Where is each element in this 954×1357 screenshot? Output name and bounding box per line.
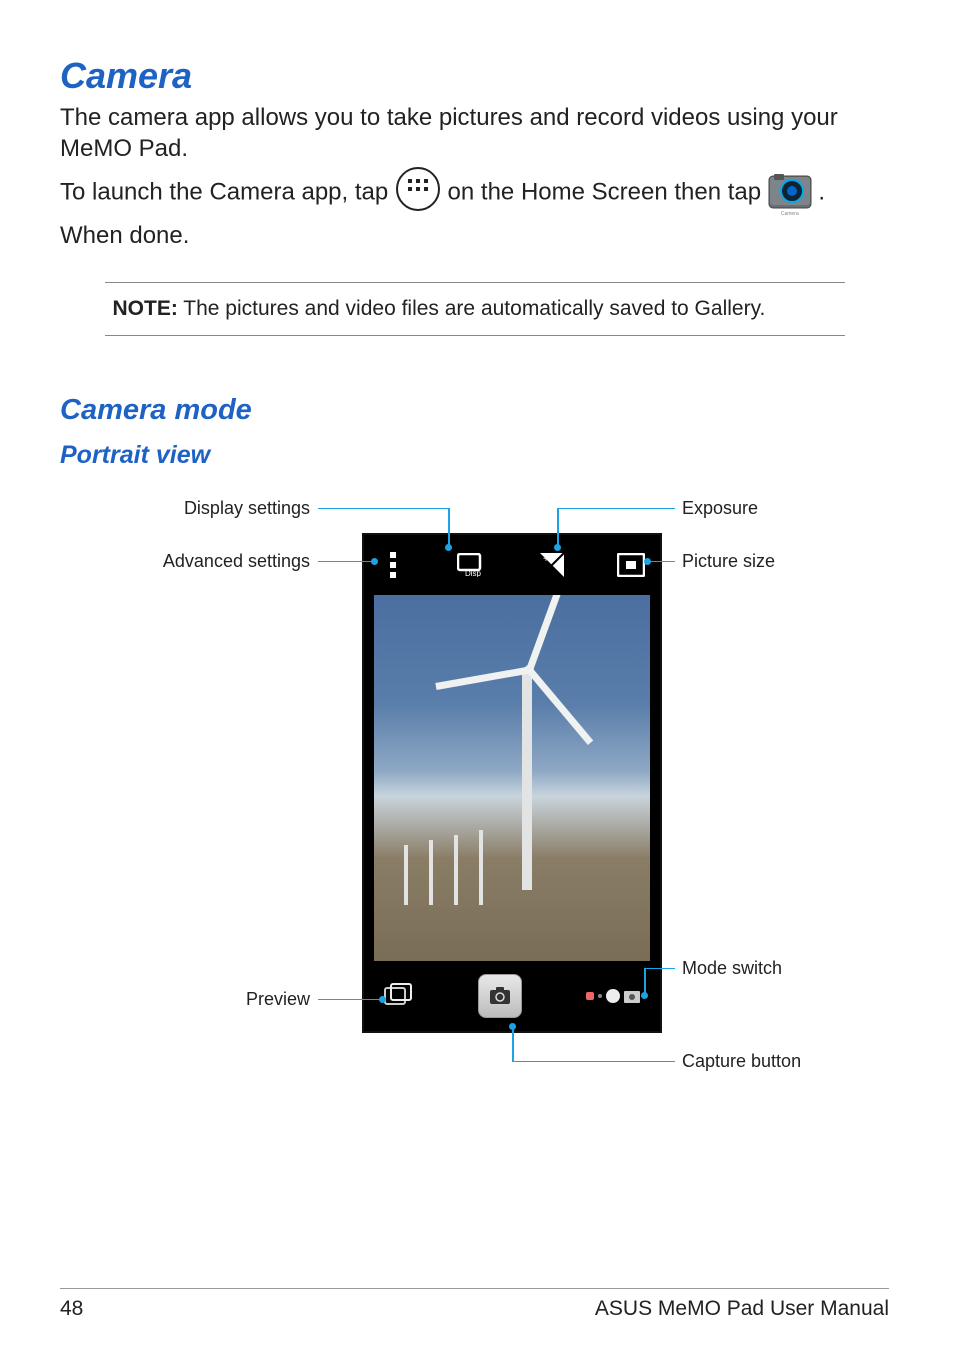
launch-instruction: To launch the Camera app, tap on the Hom… [60, 166, 889, 251]
note-box: NOTE: The pictures and video files are a… [105, 282, 845, 336]
section-portrait-view: Portrait view [60, 441, 889, 470]
camera-app-icon: Camera [768, 172, 812, 216]
callout-advanced-settings: Advanced settings [140, 551, 310, 572]
capture-button[interactable] [478, 974, 522, 1018]
camera-app-window: Disp +- [362, 533, 662, 1033]
page-number: 48 [60, 1297, 83, 1321]
preview-thumbnail-icon[interactable] [384, 981, 414, 1011]
apps-grid-icon [395, 166, 441, 221]
svg-text:+: + [543, 554, 549, 565]
page-footer: 48 ASUS MeMO Pad User Manual [60, 1288, 889, 1321]
callout-display-settings: Display settings [160, 498, 310, 519]
picture-size-icon[interactable] [616, 550, 646, 580]
camera-app-label: Camera [768, 211, 812, 217]
svg-text:-: - [555, 566, 558, 577]
callout-picture-size: Picture size [682, 551, 775, 572]
callout-preview: Preview [210, 989, 310, 1010]
intro-text: The camera app allows you to take pictur… [60, 103, 889, 164]
section-camera-mode: Camera mode [60, 394, 889, 427]
note-label: NOTE: [113, 297, 178, 320]
manual-title: ASUS MeMO Pad User Manual [595, 1297, 889, 1321]
callout-mode-switch: Mode switch [682, 958, 782, 979]
camera-bottom-bar [364, 961, 660, 1031]
camera-ui-diagram: Disp +- [60, 488, 890, 1108]
camera-top-bar: Disp +- [364, 535, 660, 595]
page-title: Camera [60, 55, 889, 97]
launch-pre: To launch the Camera app, tap [60, 179, 395, 206]
callout-capture-button: Capture button [682, 1051, 801, 1072]
svg-text:Disp: Disp [465, 569, 482, 577]
display-settings-icon[interactable]: Disp [457, 550, 487, 580]
launch-mid: on the Home Screen then tap [448, 179, 768, 206]
callout-exposure: Exposure [682, 498, 758, 519]
advanced-settings-icon[interactable] [378, 550, 408, 580]
note-text: The pictures and video files are automat… [178, 297, 766, 320]
manual-page: Camera The camera app allows you to take… [0, 0, 954, 1357]
exposure-icon[interactable]: +- [537, 550, 567, 580]
camera-viewfinder [374, 595, 650, 961]
mode-switch[interactable] [586, 989, 640, 1003]
